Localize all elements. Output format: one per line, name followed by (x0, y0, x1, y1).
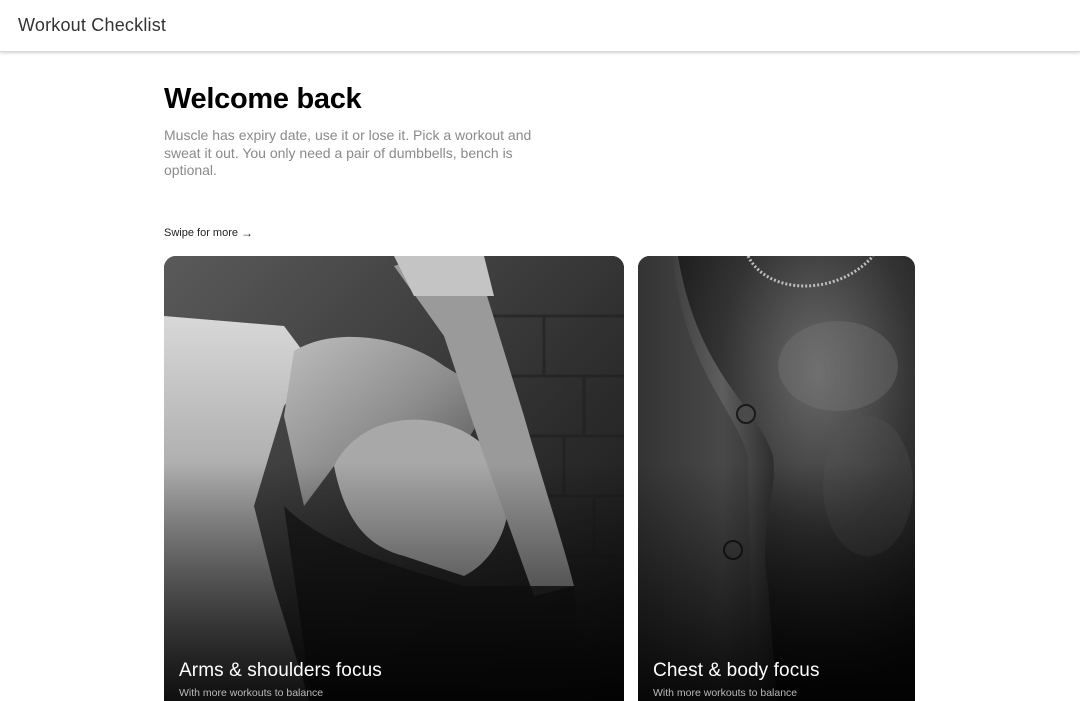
workout-card-arms[interactable]: Arms & shoulders focus With more workout… (164, 256, 624, 701)
app-bar: Workout Checklist (0, 0, 1080, 52)
workout-card-chest[interactable]: Chest & body focus With more workouts to… (638, 256, 915, 701)
card-title: Chest & body focus (653, 660, 820, 681)
card-subtitle: With more workouts to balance (179, 687, 324, 699)
swipe-hint: Swipe for more → (164, 227, 253, 239)
arms-photo (164, 256, 624, 701)
card-subtitle: With more workouts to balance (653, 687, 798, 699)
app-title: Workout Checklist (18, 15, 167, 35)
chest-photo (638, 256, 915, 701)
swipe-hint-label: Swipe for more (164, 227, 238, 239)
card-title: Arms & shoulders focus (179, 660, 382, 681)
intro-text: Muscle has expiry date, use it or lose i… (164, 127, 532, 178)
page-title: Welcome back (164, 83, 362, 115)
arrow-right-icon: → (240, 226, 253, 240)
